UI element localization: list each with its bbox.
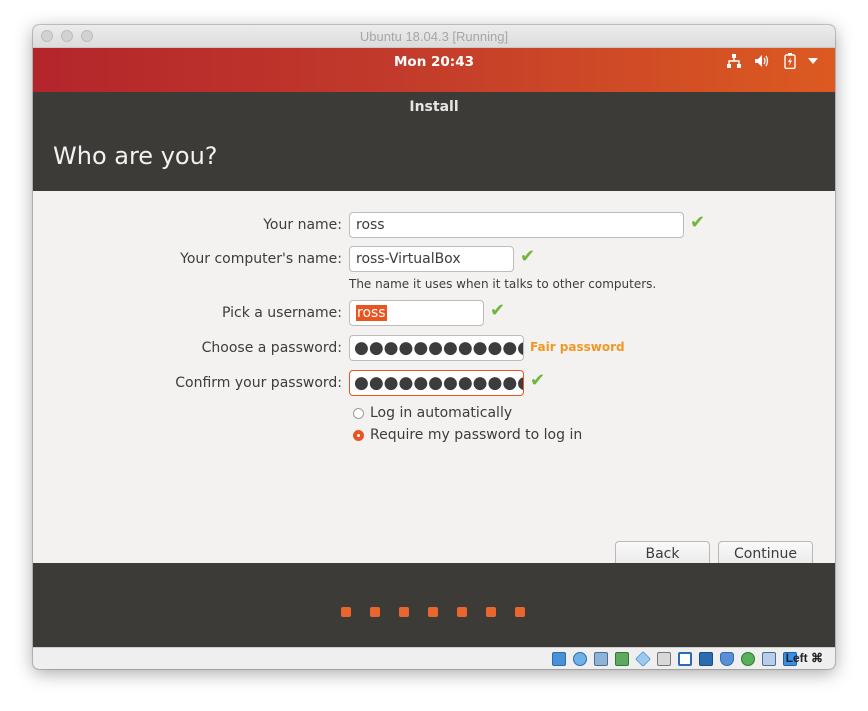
name-field[interactable]: ross (349, 212, 684, 238)
confirm-password-field[interactable]: ●●●●●●●●●●●●● (349, 370, 524, 396)
username-label: Pick a username: (221, 305, 342, 321)
password-value: ●●●●●●●●●●●●● (354, 338, 523, 358)
confirm-valid-check-icon: ✔ (530, 370, 546, 391)
window-titlebar[interactable]: Ubuntu 18.04.3 [Running] (33, 25, 835, 48)
login-auto-radio[interactable] (353, 407, 364, 419)
progress-step (486, 607, 496, 617)
username-valid-check-icon: ✔ (490, 300, 506, 321)
confirm-password-value: ●●●●●●●●●●●●● (354, 373, 523, 393)
optical-drive-icon[interactable] (573, 652, 587, 666)
ubuntu-top-bar: Mon 20:43 (33, 48, 835, 92)
name-field-value: ross (356, 217, 385, 233)
video-capture-icon[interactable] (699, 652, 713, 666)
login-auto-option[interactable]: Log in automatically (353, 405, 512, 421)
progress-step (457, 607, 467, 617)
progress-step (428, 607, 438, 617)
installer-title: Install (409, 99, 459, 115)
page-title: Who are you? (53, 142, 218, 170)
username-value: ross (356, 305, 387, 321)
hard-disk-icon[interactable] (552, 652, 566, 666)
usb-icon[interactable] (635, 651, 651, 667)
computer-name-hint: The name it uses when it talks to other … (349, 277, 657, 291)
battery-icon[interactable] (784, 53, 796, 69)
form-area: Your name: ross ✔ Your computer's name: … (33, 191, 835, 568)
display-icon[interactable] (678, 652, 692, 666)
shared-folders-icon[interactable] (657, 652, 671, 666)
login-auto-label: Log in automatically (370, 405, 513, 421)
menu-arrow-icon[interactable] (808, 58, 818, 64)
password-field[interactable]: ●●●●●●●●●●●●● (349, 335, 524, 361)
progress-step (515, 607, 525, 617)
require-password-option[interactable]: Require my password to log in (353, 427, 582, 443)
computer-name-value: ross-VirtualBox (356, 251, 461, 267)
cpu-icon[interactable] (720, 652, 734, 666)
progress-step (370, 607, 380, 617)
virtualbox-status-bar: Left ⌘ (33, 647, 835, 669)
clock[interactable]: Mon 20:43 (33, 54, 835, 70)
audio-icon[interactable] (594, 652, 608, 666)
password-label: Choose a password: (201, 340, 342, 356)
password-strength: Fair password (530, 340, 625, 354)
computer-name-valid-check-icon: ✔ (520, 246, 536, 267)
require-password-radio[interactable] (353, 429, 364, 441)
name-valid-check-icon: ✔ (690, 212, 706, 233)
network-icon[interactable] (727, 54, 741, 68)
username-field[interactable]: ross (349, 300, 484, 326)
name-label: Your name: (263, 217, 342, 233)
mouse-integration-icon[interactable] (762, 652, 776, 666)
installer-header: Install Who are you? (33, 92, 835, 191)
virtualbox-window: Ubuntu 18.04.3 [Running] Mon 20:43 Insta… (33, 25, 835, 669)
require-password-label: Require my password to log in (370, 427, 583, 443)
network-adapter-icon[interactable] (615, 652, 629, 666)
window-title: Ubuntu 18.04.3 [Running] (359, 29, 509, 44)
computer-name-label: Your computer's name: (180, 251, 342, 267)
confirm-password-label: Confirm your password: (175, 375, 342, 391)
progress-step (399, 607, 409, 617)
progress-step (341, 607, 351, 617)
volume-icon[interactable] (754, 54, 770, 68)
computer-name-field[interactable]: ross-VirtualBox (349, 246, 514, 272)
host-key-label: Left ⌘ (785, 651, 823, 665)
guest-additions-icon[interactable] (741, 652, 755, 666)
installer-footer (33, 563, 835, 647)
